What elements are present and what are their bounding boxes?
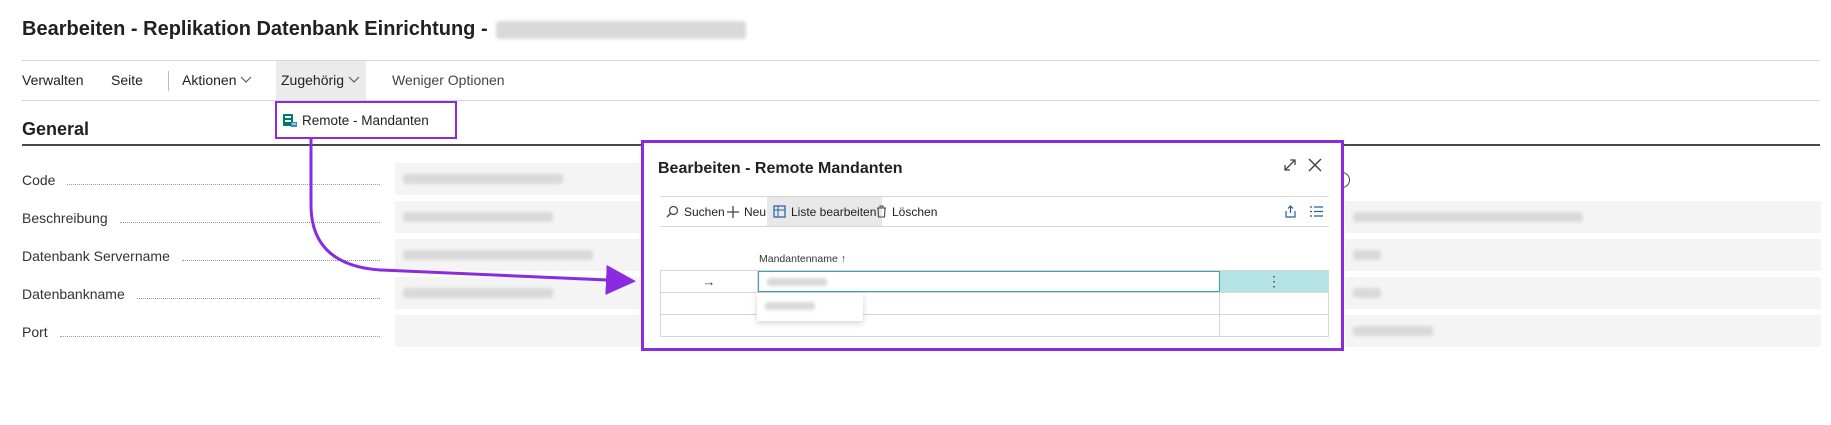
redacted-record-id: [495, 20, 746, 39]
menu-item-remote-mandanten[interactable]: Remote - Mandanten: [275, 101, 457, 139]
field-code: Code: [22, 168, 392, 192]
beschreibung-input-right[interactable]: [1345, 201, 1821, 233]
field-beschreibung: Beschreibung: [22, 206, 392, 230]
edit-list-button[interactable]: Liste bearbeiten: [767, 197, 883, 226]
field-label-datenbankname: Datenbankname: [22, 286, 125, 302]
column-header-label: Mandantenname: [759, 253, 838, 265]
field-datenbankname: Datenbankname: [22, 282, 392, 306]
redacted-value: [1353, 326, 1433, 336]
field-label-port: Port: [22, 324, 48, 340]
remote-mandanten-dialog: Bearbeiten - Remote Mandanten Suchen Neu…: [641, 140, 1344, 351]
datenbankname-input-right[interactable]: [1345, 277, 1821, 309]
tab-seite[interactable]: Seite: [111, 61, 143, 100]
field-label-code: Code: [22, 172, 56, 188]
less-options-label: Weniger Optionen: [392, 72, 505, 88]
field-leader-dots: [67, 176, 380, 185]
remote-companies-icon: [282, 112, 298, 128]
lookup-dropdown: [757, 293, 863, 321]
sort-ascending-icon: ↑: [840, 253, 846, 265]
list-view-button[interactable]: [1304, 197, 1334, 226]
new-button[interactable]: Neu: [721, 197, 772, 226]
action-bar: Verwalten Seite Aktionen Zugehörig Wenig…: [22, 60, 1820, 101]
expand-icon[interactable]: [1282, 157, 1298, 178]
redacted-value: [1353, 250, 1381, 260]
redacted-value: [767, 278, 827, 286]
page-title: Bearbeiten - Replikation Datenbank Einri…: [22, 18, 746, 41]
code-input[interactable]: [395, 163, 645, 195]
tab-zugehoerig[interactable]: Zugehörig: [276, 61, 367, 100]
port-input-right[interactable]: [1345, 315, 1821, 347]
field-port: Port: [22, 320, 392, 344]
beschreibung-input[interactable]: [395, 201, 645, 233]
row-menu-cell: [1220, 293, 1328, 314]
redacted-value: [403, 212, 553, 222]
action-separator: [168, 71, 169, 91]
row-menu-cell: [1220, 315, 1328, 336]
tab-seite-label: Seite: [111, 72, 143, 88]
field-leader-dots: [119, 214, 380, 223]
new-label: Neu: [744, 204, 767, 219]
edit-list-label: Liste bearbeiten: [791, 204, 877, 219]
tab-verwalten-label: Verwalten: [22, 72, 84, 88]
row-arrow-icon: →: [661, 271, 758, 292]
field-leader-dots: [181, 252, 380, 261]
column-header-mandantenname[interactable]: Mandantenname ↑: [759, 253, 846, 265]
delete-label: Löschen: [892, 204, 938, 219]
table-row[interactable]: → ⋮: [661, 271, 1328, 293]
dialog-title: Bearbeiten - Remote Mandanten: [658, 160, 903, 177]
field-leader-dots: [136, 290, 380, 299]
search-icon: [666, 205, 679, 218]
dialog-toolbar: Suchen Neu Liste bearbeiten Löschen: [660, 196, 1329, 227]
tab-aktionen-label: Aktionen: [182, 72, 237, 88]
edit-list-icon: [773, 205, 786, 218]
field-label-servername: Datenbank Servername: [22, 248, 170, 264]
plus-icon: [727, 205, 739, 218]
row-selector: [661, 293, 758, 314]
row-selector: [661, 315, 758, 336]
servername-input[interactable]: [395, 239, 645, 271]
chevron-down-icon: [240, 61, 252, 100]
datenbankname-input[interactable]: [395, 277, 645, 309]
redacted-value: [403, 288, 553, 298]
close-icon[interactable]: [1307, 157, 1323, 178]
tab-verwalten[interactable]: Verwalten: [22, 61, 83, 100]
section-title-general: General: [22, 119, 90, 139]
servername-input-right[interactable]: [1345, 239, 1821, 271]
share-icon: [1285, 205, 1296, 218]
search-label: Suchen: [684, 204, 725, 219]
list-icon: [1310, 206, 1323, 217]
redacted-value: [403, 250, 593, 260]
field-leader-dots: [59, 328, 380, 337]
redacted-value: [403, 174, 563, 184]
delete-button[interactable]: Löschen: [870, 197, 943, 226]
trash-icon: [877, 205, 886, 218]
lookup-option-redacted[interactable]: [765, 302, 815, 310]
port-input[interactable]: [395, 315, 645, 347]
field-label-beschreibung: Beschreibung: [22, 210, 108, 226]
field-datenbank-servername: Datenbank Servername: [22, 244, 392, 268]
redacted-value: [1353, 212, 1583, 222]
chevron-down-icon: [348, 61, 360, 100]
menu-item-remote-mandanten-label: Remote - Mandanten: [302, 112, 429, 128]
tab-aktionen[interactable]: Aktionen: [182, 61, 252, 100]
less-options-button[interactable]: Weniger Optionen: [392, 61, 505, 100]
row-menu-icon[interactable]: ⋮: [1220, 271, 1328, 292]
page-title-text: Bearbeiten - Replikation Datenbank Einri…: [22, 18, 488, 40]
mandantenname-cell-input[interactable]: [758, 271, 1220, 292]
tab-zugehoerig-label: Zugehörig: [281, 72, 345, 88]
redacted-value: [1353, 288, 1381, 298]
